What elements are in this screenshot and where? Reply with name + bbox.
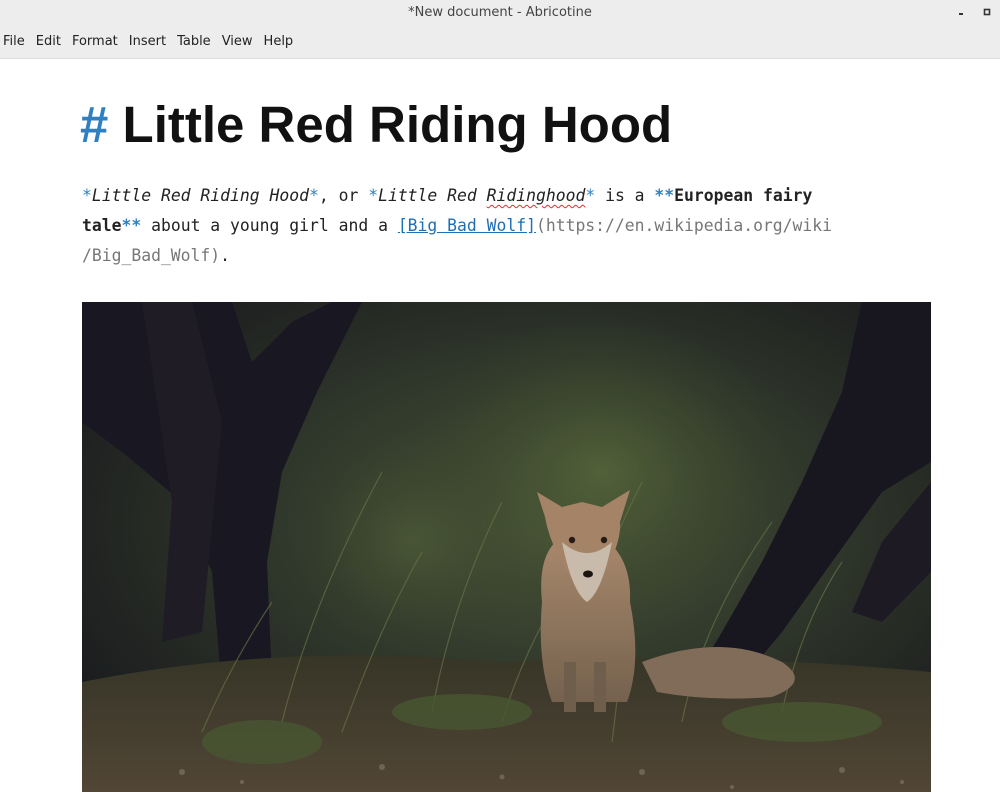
link-text[interactable]: [Big Bad Wolf] (398, 216, 536, 235)
heading-marker: # (80, 96, 109, 153)
title-bar: *New document - Abricotine (0, 0, 1000, 24)
window-title: *New document - Abricotine (408, 4, 592, 20)
heading-text: Little Red Riding Hood (122, 96, 673, 153)
paragraph-line-2: tale** about a young girl and a [Big Bad… (82, 211, 902, 241)
fox-photo (82, 302, 931, 792)
menu-view[interactable]: View (217, 34, 259, 49)
maximize-icon (982, 7, 992, 17)
paragraph-line-1: *Little Red Riding Hood*, or *Little Red… (82, 181, 902, 211)
minimize-icon (956, 7, 966, 17)
link-url: /Big_Bad_Wolf) (82, 246, 221, 265)
minimize-button[interactable] (948, 0, 974, 24)
document-heading: # Little Red Riding Hood (80, 95, 672, 155)
italic-marker: * (308, 186, 319, 205)
maximize-button[interactable] (974, 0, 1000, 24)
misspelled-word[interactable]: Ridinghood (487, 186, 586, 205)
italic-text: Little Red Riding Hood (91, 186, 309, 205)
window-controls (948, 0, 1000, 24)
bold-marker: ** (654, 186, 675, 205)
menu-insert[interactable]: Insert (124, 34, 172, 49)
menu-file[interactable]: File (0, 34, 31, 49)
menu-table[interactable]: Table (172, 34, 217, 49)
plain-text: . (220, 246, 231, 265)
plain-text: , or (318, 186, 369, 205)
bold-text: European fairy (674, 186, 813, 205)
menu-edit[interactable]: Edit (31, 34, 67, 49)
italic-marker: * (368, 186, 379, 205)
italic-marker: * (82, 186, 92, 205)
menu-bar: File Edit Format Insert Table View Help (0, 24, 1000, 59)
italic-text: Little Red (378, 186, 487, 205)
document-paragraph: *Little Red Riding Hood*, or *Little Red… (82, 181, 902, 271)
embedded-image (82, 302, 931, 792)
link-url: (https://en.wikipedia.org/wiki (535, 216, 833, 235)
markdown-editor[interactable]: # Little Red Riding Hood *Little Red Rid… (0, 59, 1000, 792)
menu-format[interactable]: Format (67, 34, 124, 49)
plain-text: about a young girl and a (141, 216, 398, 235)
italic-marker: * (585, 186, 596, 205)
bold-text: tale (82, 216, 122, 235)
paragraph-line-3: /Big_Bad_Wolf). (82, 241, 902, 271)
menu-help[interactable]: Help (259, 34, 300, 49)
plain-text: is a (595, 186, 655, 205)
bold-marker: ** (121, 216, 142, 235)
